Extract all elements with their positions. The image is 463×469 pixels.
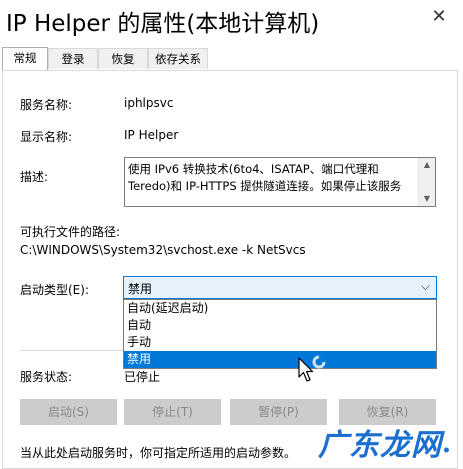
startup-option-auto-delayed[interactable]: 自动(延迟启动) — [124, 300, 436, 317]
description-label: 描述: — [20, 170, 49, 184]
startup-option-auto[interactable]: 自动 — [124, 317, 436, 334]
description-scrollbar[interactable]: ▲ ▼ — [418, 158, 435, 206]
tab-dependencies[interactable]: 依存关系 — [148, 48, 208, 69]
scroll-down-icon[interactable]: ▼ — [419, 192, 435, 206]
stop-button[interactable]: 停止(T) — [124, 399, 221, 425]
exe-path-value: C:\WINDOWS\System32\svchost.exe -k NetSv… — [20, 243, 306, 257]
startup-type-selected: 禁用 — [128, 282, 153, 296]
chevron-down-icon[interactable]: ⌵ — [421, 279, 430, 294]
tab-general[interactable]: 常规 — [2, 47, 48, 70]
startup-type-select[interactable]: 禁用 ⌵ — [123, 276, 437, 299]
start-button[interactable]: 启动(S) — [20, 399, 117, 425]
watermark-text: 广东龙网 — [318, 428, 442, 463]
service-status-label: 服务状态: — [20, 370, 73, 384]
service-status-value: 已停止 — [124, 370, 161, 384]
arrow-cursor-icon — [298, 357, 316, 387]
startup-type-dropdown[interactable]: 自动(延迟启动) 自动 手动 禁用 — [123, 299, 437, 369]
display-name-value[interactable]: IP Helper — [124, 128, 178, 142]
tab-logon[interactable]: 登录 — [48, 48, 98, 69]
startup-option-disabled[interactable]: 禁用 — [124, 351, 436, 368]
display-name-label: 显示名称: — [20, 130, 73, 144]
startup-option-manual[interactable]: 手动 — [124, 334, 436, 351]
scroll-up-icon[interactable]: ▲ — [419, 158, 435, 172]
watermark-dot: • — [442, 443, 452, 459]
watermark: 广东龙网• — [318, 420, 452, 464]
close-icon[interactable]: ✕ — [428, 6, 450, 28]
tab-bar: 常规 登录 恢复 依存关系 — [0, 47, 463, 70]
service-name-value: iphlpsvc — [124, 96, 174, 110]
description-box[interactable]: 使用 IPv6 转换技术(6to4、ISATAP、端口代理和 Teredo)和 … — [124, 157, 436, 207]
service-name-label: 服务名称: — [20, 98, 73, 112]
window-title: IP Helper 的属性(本地计算机) — [6, 11, 320, 37]
startup-type-label: 启动类型(E): — [20, 283, 89, 297]
tab-recovery[interactable]: 恢复 — [98, 48, 148, 69]
description-text: 使用 IPv6 转换技术(6to4、ISATAP、端口代理和 Teredo)和 … — [128, 162, 402, 193]
divider — [20, 350, 124, 351]
pause-button[interactable]: 暂停(P) — [230, 399, 327, 425]
start-params-hint: 当从此处启动服务时，你可指定所适用的启动参数。 — [20, 446, 297, 460]
exe-path-label: 可执行文件的路径: — [20, 225, 121, 239]
